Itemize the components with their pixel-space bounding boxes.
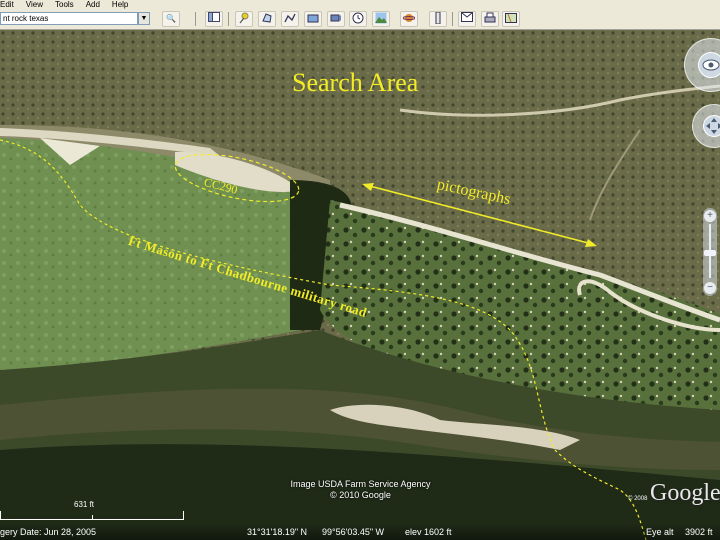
menu-edit[interactable]: Edit [0,0,14,9]
search-button[interactable]: 🔍 [162,11,180,27]
imagery-date: gery Date: Jun 28, 2005 [0,527,97,537]
search-icon: 🔍 [166,14,176,23]
historical-imagery-button[interactable] [349,11,367,27]
pushpin-icon [239,12,249,24]
zoom-slider-thumb[interactable] [704,250,716,256]
sidebar-toggle-button[interactable] [205,11,223,27]
search-input[interactable]: nt rock texas [0,12,138,25]
add-path-button[interactable] [281,11,299,27]
zoom-in-button[interactable]: + [704,210,716,222]
search-area-label: Search Area [292,68,419,97]
move-joystick[interactable] [703,115,720,137]
eye-icon [702,59,720,71]
scale-label: 631 ft [74,500,95,509]
longitude-readout: 99°56'03.45" W [322,527,385,537]
sidebar-icon [208,12,220,22]
elevation-readout: elev 1602 ft [405,527,452,537]
email-button[interactable] [458,11,476,27]
add-polygon-button[interactable] [258,11,276,27]
clock-icon [352,12,364,24]
zoom-out-button[interactable]: − [704,282,716,294]
toolbar-separator [195,12,196,26]
search-dropdown-button[interactable]: ▼ [138,12,150,25]
ruler-icon [435,11,441,25]
menu-add[interactable]: Add [86,0,100,9]
minus-icon: − [707,282,713,293]
menu-tools[interactable]: Tools [55,0,74,9]
add-placemark-button[interactable] [235,11,253,27]
sunlight-button[interactable] [372,11,390,27]
move-arrows-icon [706,118,720,134]
envelope-icon [461,12,473,22]
image-credit: Image USDA Farm Service Agency [290,479,431,489]
look-joystick[interactable] [698,52,720,78]
landscape-icon [375,12,387,24]
status-bar: gery Date: Jun 28, 2005 31°31'18.19" N 9… [0,524,720,540]
eye-altitude-label: Eye alt [646,527,674,537]
menu-help[interactable]: Help [112,0,128,9]
menu-bar: Edit View Tools Add Help [0,0,720,9]
camera-icon [330,14,341,22]
latitude-readout: 31°31'18.19" N [247,527,308,537]
record-tour-button[interactable] [327,11,345,27]
copyright-text: © 2010 Google [330,490,391,500]
scale-bar-tick [92,515,93,520]
menu-view[interactable]: View [26,0,43,9]
logo-copyright: © 2008 [628,496,648,502]
toolbar: nt rock texas ▼ 🔍 [0,9,720,30]
map-icon [505,13,517,23]
polygon-icon [262,13,272,23]
google-logo: Google [650,480,720,506]
toolbar-separator [452,12,453,26]
toolbar-separator [228,12,229,26]
satellite-imagery [0,30,720,540]
printer-icon [484,12,496,23]
switch-sky-button[interactable] [400,11,418,27]
print-button[interactable] [481,11,499,27]
view-in-maps-button[interactable] [502,11,520,27]
plus-icon: + [707,210,713,221]
ruler-button[interactable] [429,11,447,27]
image-overlay-icon [307,14,319,23]
map-viewport[interactable]: Search Area pictographs CC290 Ft Mason t… [0,30,720,540]
path-icon [284,13,296,23]
add-image-overlay-button[interactable] [304,11,322,27]
planet-icon [402,14,416,22]
eye-altitude-value: 3902 ft [685,527,713,537]
